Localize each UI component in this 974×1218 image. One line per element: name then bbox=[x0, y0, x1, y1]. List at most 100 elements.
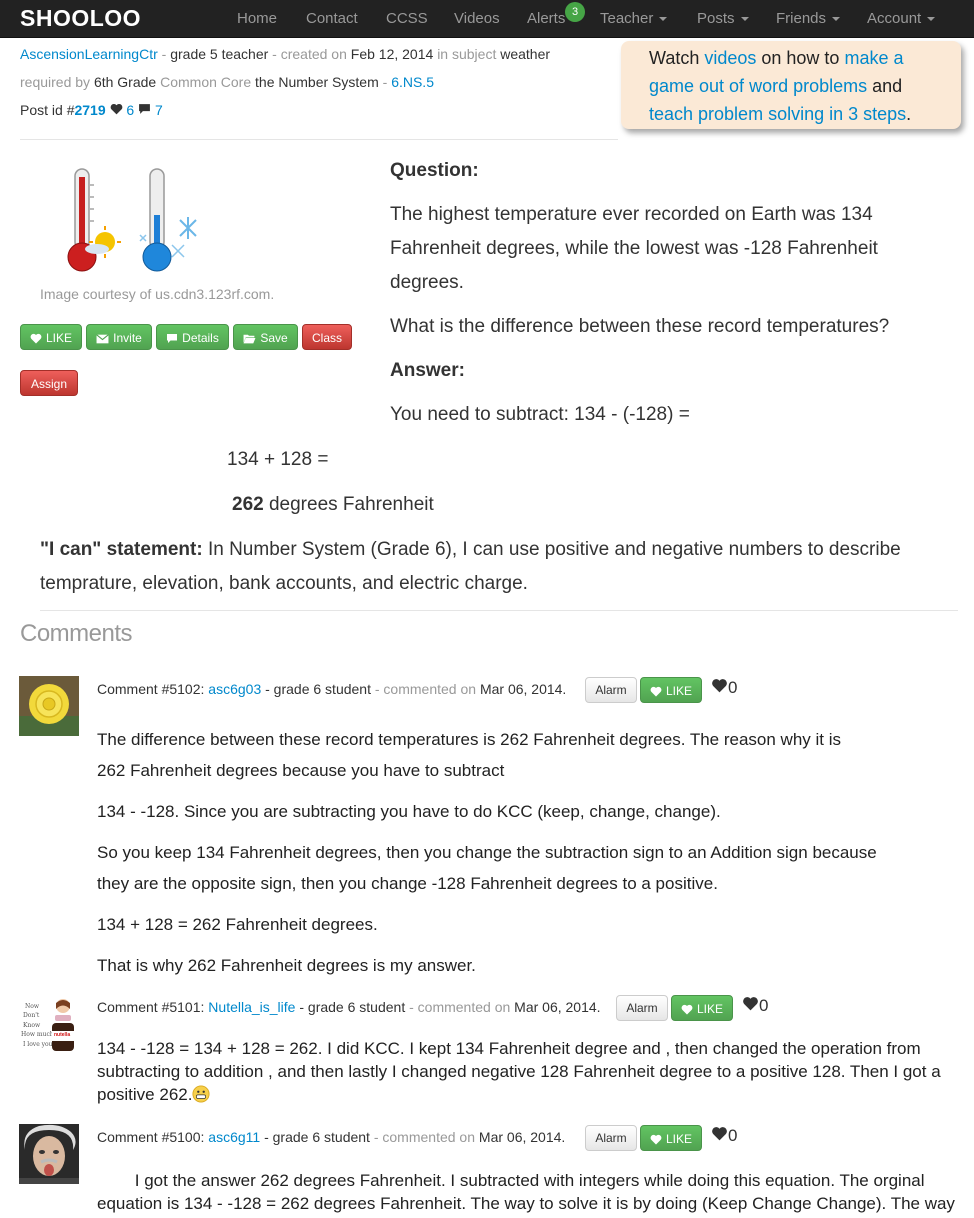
chevron-down-icon bbox=[832, 17, 841, 22]
comment-likes-number: 0 bbox=[728, 678, 738, 697]
post-meta-line3: Post id #2719 6 7 bbox=[20, 102, 163, 118]
i-can-text: In Number System (Grade 6), I can use po… bbox=[202, 539, 901, 560]
post-id-link[interactable]: 2719 bbox=[74, 102, 105, 118]
problem-solving-link[interactable]: teach problem solving in 3 steps bbox=[649, 104, 906, 124]
class-button[interactable]: Class bbox=[302, 324, 352, 350]
comment-date: Mar 06, 2014. bbox=[478, 1129, 566, 1145]
nutella-jar-icon bbox=[52, 999, 74, 1051]
details-button-label: Details bbox=[182, 331, 219, 345]
comment-commented-label: - commented on bbox=[374, 681, 477, 697]
brand-logo[interactable]: SHOOLOO bbox=[20, 5, 141, 32]
comment-text-line: The difference between these record temp… bbox=[97, 730, 842, 749]
alarm-button[interactable]: Alarm bbox=[585, 677, 637, 703]
nav-teacher[interactable]: Teacher bbox=[600, 10, 668, 27]
comment-text-line: equation is 134 - -128 = 262 degrees Fah… bbox=[97, 1194, 955, 1213]
heart-icon bbox=[110, 103, 122, 115]
answer-line: 134 + 128 = bbox=[227, 449, 329, 470]
avatar-text: Now bbox=[25, 1003, 39, 1010]
nav-friends[interactable]: Friends bbox=[776, 10, 841, 27]
comment-user-link[interactable]: asc6g11 bbox=[208, 1129, 260, 1145]
created-date: Feb 12, 2014 bbox=[350, 46, 434, 62]
comment-user-role: - grade 6 student bbox=[264, 1129, 370, 1145]
nav-friends-label: Friends bbox=[776, 10, 827, 27]
heart-icon bbox=[650, 686, 662, 697]
nav-ccss[interactable]: CCSS bbox=[386, 10, 428, 27]
videos-link[interactable]: videos bbox=[704, 48, 756, 68]
chevron-down-icon bbox=[740, 17, 749, 22]
comment-id: Comment #5101: bbox=[97, 999, 205, 1015]
nav-posts[interactable]: Posts bbox=[697, 10, 749, 27]
comment-text-line: So you keep 134 Fahrenheit degrees, then… bbox=[97, 843, 877, 862]
save-button-label: Save bbox=[260, 331, 288, 345]
comment-like-count: 0 bbox=[742, 996, 768, 1016]
grimace-emoji-icon bbox=[192, 1085, 211, 1103]
nav-account-label: Account bbox=[867, 10, 922, 27]
comment-user-role: - grade 6 student bbox=[265, 681, 371, 697]
comment-likes-number: 0 bbox=[759, 996, 769, 1015]
comment-commented-label: - commented on bbox=[409, 999, 511, 1015]
nav-account[interactable]: Account bbox=[867, 10, 936, 27]
comment-text-line: 262 Fahrenheit degrees because you have … bbox=[97, 761, 505, 780]
comment-like-button[interactable]: LIKE bbox=[671, 995, 733, 1021]
avatar[interactable]: Now Don't Know How much I love you nutel… bbox=[19, 995, 79, 1055]
nav-posts-label: Posts bbox=[697, 10, 735, 27]
comments-count[interactable]: 7 bbox=[155, 102, 163, 118]
heart-icon bbox=[712, 1127, 727, 1141]
question-line: The highest temperature ever recorded on… bbox=[390, 204, 873, 225]
comment-like-button[interactable]: LIKE bbox=[640, 1125, 702, 1151]
alarm-button[interactable]: Alarm bbox=[616, 995, 668, 1021]
comment-like-label: LIKE bbox=[665, 1132, 692, 1146]
author-link[interactable]: AscensionLearningCtr bbox=[20, 46, 158, 62]
comment-text: positive 262. bbox=[97, 1085, 193, 1104]
nav-home[interactable]: Home bbox=[237, 10, 277, 27]
avatar[interactable] bbox=[19, 676, 79, 736]
class-button-label: Class bbox=[311, 331, 342, 345]
heart-icon bbox=[743, 997, 758, 1011]
question-heading: Question: bbox=[390, 160, 479, 181]
comment-user-role: - grade 6 student bbox=[299, 999, 406, 1015]
standard-code-link[interactable]: 6.NS.5 bbox=[391, 74, 434, 90]
envelope-icon bbox=[96, 334, 109, 344]
avatar[interactable] bbox=[19, 1124, 79, 1184]
answer-result: 262 degrees Fahrenheit bbox=[232, 488, 434, 522]
comment-like-count: 0 bbox=[711, 678, 737, 698]
comment-likes-number: 0 bbox=[728, 1126, 738, 1145]
post-meta-line1: AscensionLearningCtr - grade 5 teacher -… bbox=[20, 46, 551, 62]
comment-meta: Comment #5101: Nutella_is_life - grade 6… bbox=[97, 999, 601, 1015]
details-button[interactable]: Details bbox=[156, 324, 229, 350]
subject-label: in subject bbox=[437, 46, 497, 62]
i-can-statement: "I can" statement: In Number System (Gra… bbox=[40, 533, 960, 567]
heart-icon bbox=[650, 1134, 662, 1145]
avatar-logo-text: nutella bbox=[54, 1032, 71, 1038]
nav-alerts[interactable]: Alerts bbox=[527, 10, 565, 27]
author-role: grade 5 teacher bbox=[170, 46, 269, 62]
nav-contact[interactable]: Contact bbox=[306, 10, 358, 27]
comment-user-link[interactable]: Nutella_is_life bbox=[208, 999, 295, 1015]
comment-icon bbox=[167, 334, 178, 343]
nav-videos[interactable]: Videos bbox=[454, 10, 500, 27]
comment-icon bbox=[139, 104, 151, 114]
post-meta-line2: required by 6th Grade Common Core the Nu… bbox=[20, 74, 434, 90]
comment-like-button[interactable]: LIKE bbox=[640, 677, 702, 703]
question-line: degrees. bbox=[390, 272, 464, 293]
callout-text: . bbox=[906, 104, 912, 124]
comment-like-label: LIKE bbox=[665, 684, 692, 698]
alarm-button[interactable]: Alarm bbox=[585, 1125, 637, 1151]
comment-text-line: 134 + 128 = 262 Fahrenheit degrees. bbox=[97, 915, 378, 934]
like-button[interactable]: LIKE bbox=[20, 324, 82, 350]
invite-button[interactable]: Invite bbox=[86, 324, 152, 350]
comment-text-line: 134 - -128 = 134 + 128 = 262. I did KCC.… bbox=[97, 1039, 921, 1058]
assign-button-label: Assign bbox=[30, 377, 68, 391]
assign-button[interactable]: Assign bbox=[20, 370, 78, 396]
nav-teacher-label: Teacher bbox=[600, 10, 654, 27]
comment-user-link[interactable]: asc6g03 bbox=[208, 681, 261, 697]
comment-text-line: subtracting to addition , and then lastl… bbox=[97, 1062, 941, 1081]
comment-commented-label: - commented on bbox=[373, 1129, 476, 1145]
save-button[interactable]: Save bbox=[233, 324, 298, 350]
likes-count[interactable]: 6 bbox=[126, 102, 134, 118]
invite-button-label: Invite bbox=[113, 331, 142, 345]
video-callout: Watch videos on how to make a game out o… bbox=[621, 41, 961, 129]
divider bbox=[40, 610, 958, 611]
required-grade: 6th Grade bbox=[93, 74, 157, 90]
i-can-label: "I can" statement: bbox=[40, 539, 203, 560]
